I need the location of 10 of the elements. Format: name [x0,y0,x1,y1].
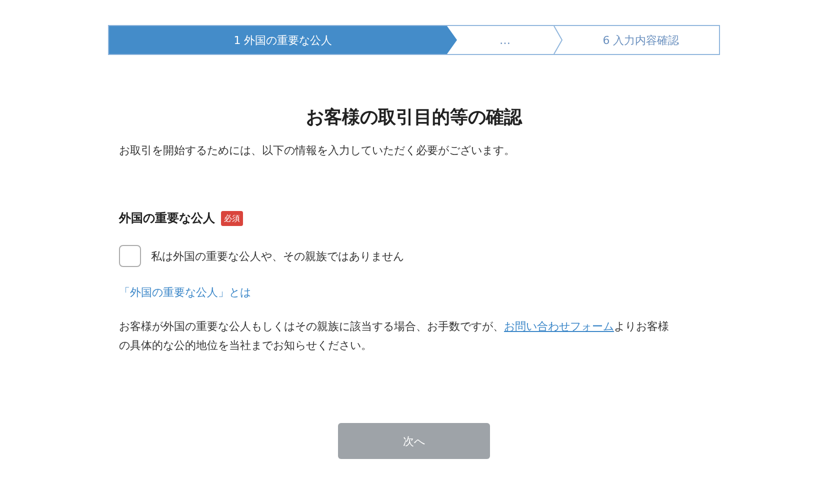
progress-step: 1 外国の重要な公人 [109,26,457,54]
checkbox[interactable] [119,245,141,267]
checkbox-label[interactable]: 私は外国の重要な公人や、その親族ではありません [151,248,404,264]
notice-text: お客様が外国の重要な公人もしくはその親族に該当する場合、お手数ですが、お問い合わせフォームよりお客様の具体的な公的地位を当社までお知らせください。 [119,319,670,354]
contact-form-link[interactable]: お問い合わせフォーム [504,320,614,333]
info-link[interactable]: 「外国の重要な公人」とは [119,285,251,300]
required-badge: 必須 [221,211,243,226]
section-label: 外国の重要な公人 [119,210,215,227]
intro-text: お取引を開始するためには、以下の情報を入力していただく必要がございます。 [119,143,516,158]
page-title: お客様の取引目的等の確認 [305,106,524,129]
